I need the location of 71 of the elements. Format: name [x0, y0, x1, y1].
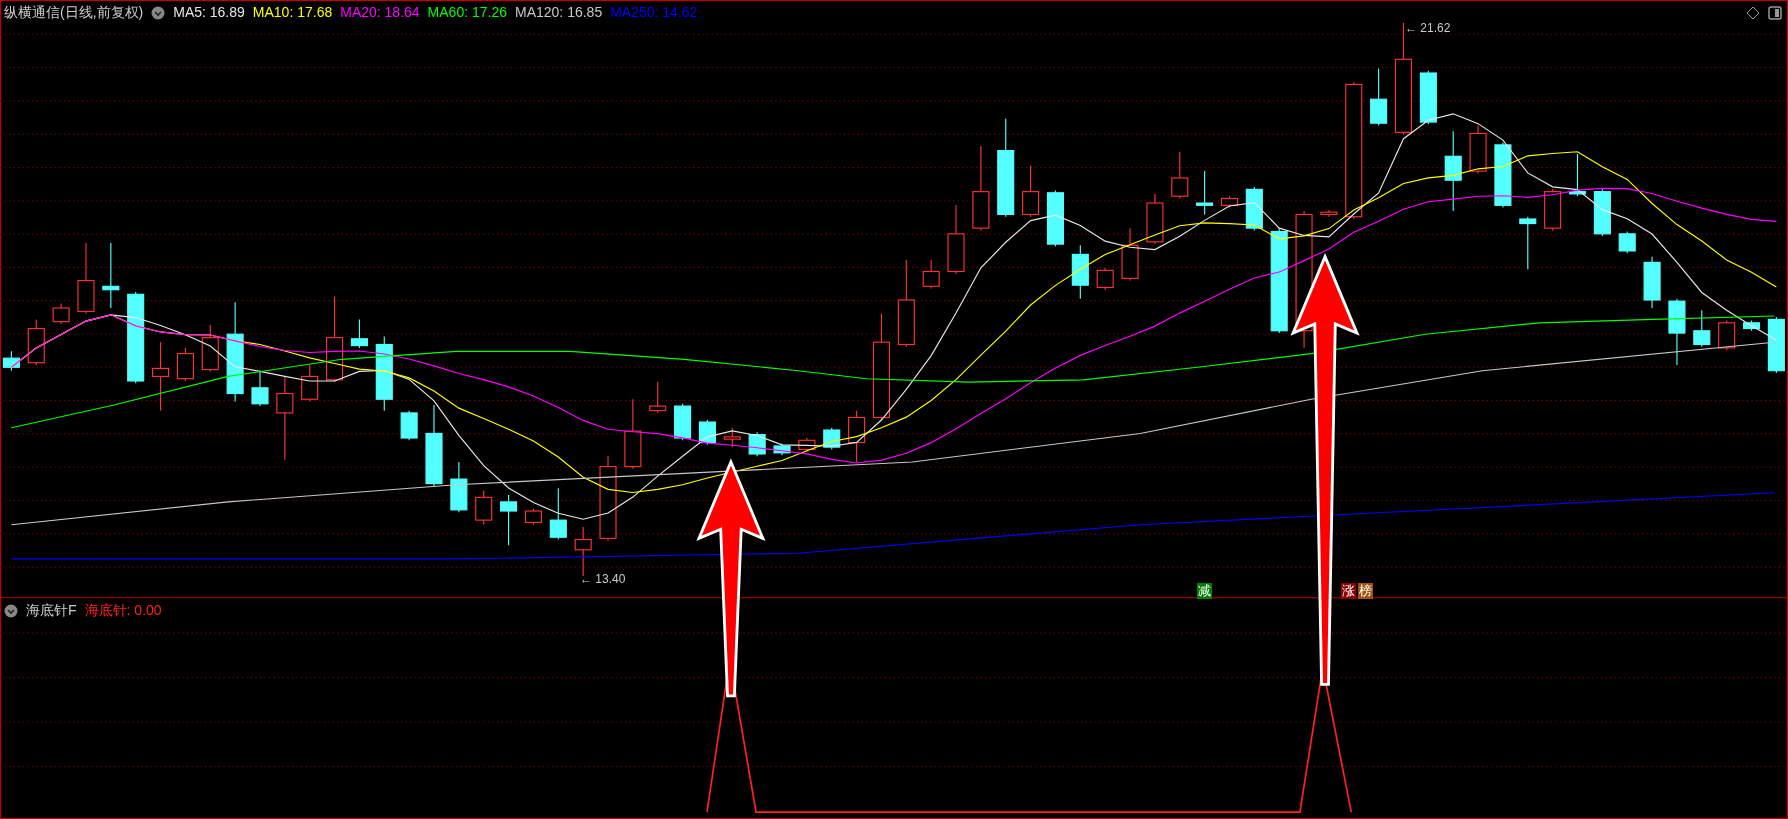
indicator-name: 海底针F [26, 601, 77, 620]
candle [674, 403, 692, 441]
candle [1718, 319, 1736, 351]
candle [450, 461, 468, 513]
candle [848, 410, 866, 463]
candle [1593, 188, 1611, 237]
candle [1767, 316, 1785, 374]
candle [1693, 309, 1711, 348]
candle [201, 324, 219, 373]
candle [152, 341, 170, 412]
candle [27, 318, 45, 366]
candle [400, 410, 418, 441]
candle [1419, 70, 1437, 125]
candle [698, 419, 716, 446]
candle [251, 370, 269, 407]
moving-average-value: MA120: 16.85 [515, 3, 603, 22]
candle [1519, 216, 1537, 270]
candle [524, 508, 542, 526]
signal-tag: 减 [1197, 583, 1212, 599]
moving-average-value: MA20: 18.64 [340, 3, 420, 22]
candle [2, 350, 20, 372]
candle [1046, 189, 1064, 247]
moving-average-value: MA250: 14.62 [610, 3, 698, 22]
candle [649, 381, 667, 414]
dropdown-icon[interactable] [4, 603, 18, 618]
moving-average-value: MA10: 17.68 [252, 3, 333, 22]
dropdown-icon[interactable] [151, 5, 166, 20]
moving-average-value: MA60: 17.26 [427, 3, 507, 22]
candle [1096, 267, 1114, 291]
candle [1220, 195, 1239, 209]
candle [1022, 164, 1040, 218]
candle [947, 204, 965, 275]
chart-title: 纵横通信(日线,前复权) [4, 3, 144, 22]
candle [1370, 67, 1388, 127]
candle [1544, 188, 1562, 231]
candle [52, 302, 70, 325]
candle [723, 427, 741, 448]
candle [624, 398, 642, 470]
candle [1245, 186, 1263, 231]
candle [1643, 256, 1661, 309]
candle [922, 259, 940, 290]
candle [574, 526, 592, 577]
diamond-icon[interactable] [1746, 6, 1760, 20]
signal-tag: 榜 [1358, 583, 1373, 599]
indicator-value: 海底针: 0.00 [84, 601, 162, 620]
candle [1469, 124, 1487, 174]
moving-average-value: MA5: 16.89 [173, 3, 245, 22]
candle [1196, 170, 1214, 215]
candle [1171, 151, 1189, 200]
candle [1568, 153, 1587, 197]
candle [475, 489, 493, 526]
candle [500, 494, 518, 546]
candle [176, 347, 194, 382]
low-price-label: ← 13.40 [580, 571, 626, 588]
candle [1742, 319, 1761, 332]
candle [1146, 193, 1164, 245]
candle [1618, 231, 1636, 254]
candle [350, 318, 368, 349]
candle [798, 437, 816, 453]
candle [301, 364, 319, 403]
candle [773, 443, 791, 456]
candle [549, 487, 567, 541]
candle [1071, 244, 1089, 300]
candle [1320, 209, 1338, 218]
candle [1494, 142, 1512, 209]
high-price-label: ← 21.62 [1405, 20, 1451, 37]
candle [1121, 227, 1139, 282]
signal-tag: 涨 [1341, 583, 1356, 599]
panel-toggle-icon[interactable] [1768, 6, 1782, 20]
candle [102, 242, 120, 309]
candle [1668, 298, 1686, 366]
